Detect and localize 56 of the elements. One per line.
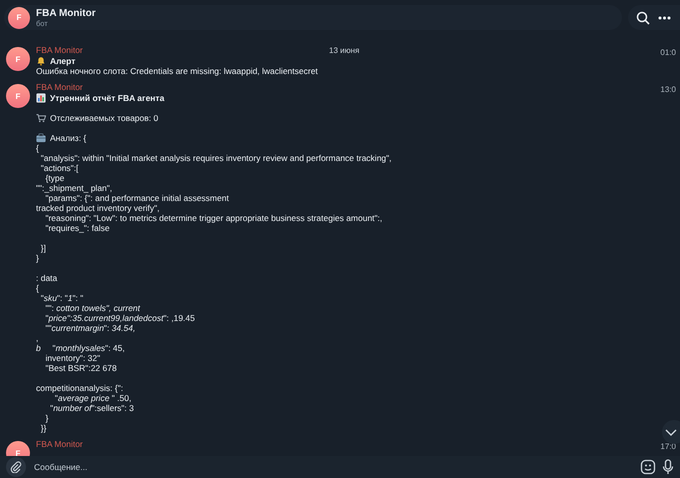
message-text: ""currentmargin": 34.54, xyxy=(44,323,136,333)
sender-name: FBA Monitor xyxy=(36,82,84,93)
message-text: "analysis": within "Initial market analysis requires inventory review and performance tracking", xyxy=(40,153,392,163)
avatar: F xyxy=(6,84,30,108)
message-time: 17:0 xyxy=(660,442,676,451)
message-text: "number of":sellers": 3 xyxy=(49,403,134,413)
message-time: 13:0 xyxy=(660,85,676,94)
message-text: }} xyxy=(40,423,46,433)
message-time: 01:0 xyxy=(660,48,676,57)
message-text: "params": {": and performance initial assessment xyxy=(44,193,229,203)
message-text: "price":35.current99,landedcost": ,19.45 xyxy=(44,313,195,323)
message-text: , xyxy=(36,333,38,343)
message-text: "actions":[ xyxy=(40,163,78,173)
message-composer[interactable]: Сообщение... xyxy=(0,456,680,478)
message-text: Отслеживаемых товаров: 0 xyxy=(50,113,158,123)
avatar: F xyxy=(6,47,30,71)
message-text: "requires_": false xyxy=(44,223,110,233)
message-text: inventory": 32" xyxy=(44,353,100,363)
message-text: "Best BSR":22 678 xyxy=(44,363,117,373)
message-text: Алерт xyxy=(50,56,76,66)
chat-title: FBA Monitor xyxy=(36,8,96,18)
date-divider: 13 июня xyxy=(329,46,360,55)
chevron-down-icon xyxy=(665,428,677,436)
sticker-button[interactable] xyxy=(640,459,656,475)
message-text: "average price " .50, xyxy=(54,393,132,403)
message-text: {type xyxy=(44,173,64,183)
bell-icon xyxy=(36,56,46,66)
message-text: Анализ: { xyxy=(50,133,86,143)
message-text: competitionanalysis: {": xyxy=(36,383,124,393)
message-text: "sku": "1": " xyxy=(40,293,84,303)
message-text: "":_shipment_ plan", xyxy=(36,183,112,193)
briefcase-icon xyxy=(36,133,46,143)
message-text: } xyxy=(44,413,48,423)
search-button[interactable] xyxy=(636,10,650,24)
message-text: Утренний отчёт FBA агента xyxy=(50,93,164,103)
message-text: "": cotton towels", current xyxy=(44,303,140,313)
message-text: : data xyxy=(36,273,58,283)
avatar: F xyxy=(8,6,30,28)
sender-name: FBA Monitor xyxy=(36,45,84,56)
message-input[interactable]: Сообщение... xyxy=(32,461,634,473)
message-text: "reasoning": "Low": to metrics determine trigger appropriate business strategies amount":, xyxy=(44,213,382,223)
message-text: { xyxy=(36,143,39,153)
message-text: }] xyxy=(40,243,46,253)
message-text: { xyxy=(36,283,39,293)
message-text: b "monthlysales": 45, xyxy=(36,343,125,353)
scroll-down-button[interactable] xyxy=(662,420,680,444)
cart-icon xyxy=(36,113,46,123)
paperclip-icon xyxy=(10,461,22,473)
more-button[interactable] xyxy=(658,16,671,20)
message-text: tracked product inventory verify", xyxy=(36,203,160,213)
attach-button[interactable] xyxy=(6,457,26,477)
microphone-button[interactable] xyxy=(662,459,674,475)
chart-icon xyxy=(36,93,46,103)
sender-name: FBA Monitor xyxy=(36,439,83,450)
message-text: } xyxy=(36,253,39,263)
message-text: Ошибка ночного слота: Credentials are missing: lwaappid, lwaclientsecret xyxy=(36,66,318,76)
